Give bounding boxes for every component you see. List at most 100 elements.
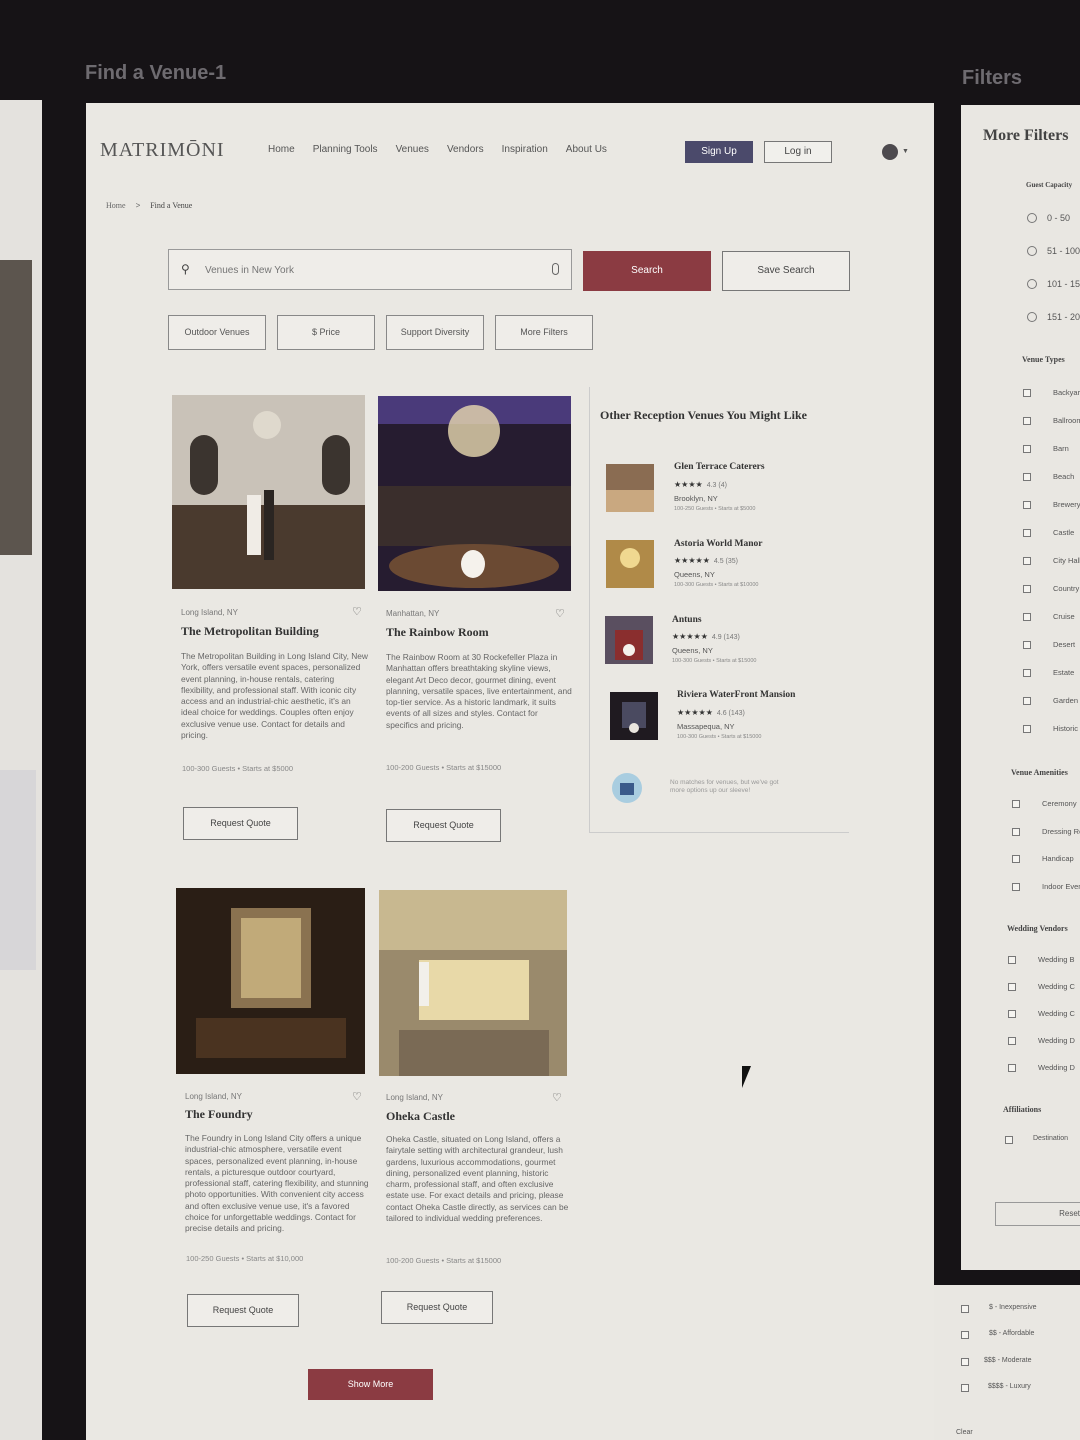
checkbox[interactable] [1023,585,1031,593]
checkbox[interactable] [1008,1037,1016,1045]
checkbox[interactable] [1008,1064,1016,1072]
venue-type-option[interactable]: Cruise [1053,612,1075,621]
request-quote-button[interactable]: Request Quote [386,809,501,842]
checkbox[interactable] [1023,417,1031,425]
venue-thumbnail[interactable] [606,540,654,588]
nav-vendors[interactable]: Vendors [447,144,484,155]
heart-icon[interactable]: ♡ [555,607,565,620]
affiliation-option[interactable]: Destination [1033,1135,1068,1142]
nav-venues[interactable]: Venues [396,144,429,155]
checkbox[interactable] [961,1305,969,1313]
checkbox[interactable] [1005,1136,1013,1144]
filter-more-filters[interactable]: More Filters [495,315,593,350]
suggested-venue-name[interactable]: Astoria World Manor [674,539,763,549]
site-logo[interactable]: MATRIMŌNI [100,139,225,162]
filter-price[interactable]: $ Price [277,315,375,350]
amenity-option[interactable]: Indoor Event [1042,882,1080,891]
filter-support-diversity[interactable]: Support Diversity [386,315,484,350]
clear-button[interactable]: Clear [956,1429,973,1436]
microphone-icon[interactable] [552,263,559,275]
show-more-button[interactable]: Show More [308,1369,433,1400]
checkbox[interactable] [1012,882,1020,891]
checkbox[interactable] [1012,827,1020,836]
breadcrumb-home[interactable]: Home [106,201,126,210]
venue-type-option[interactable]: Beach [1053,472,1074,481]
heart-icon[interactable]: ♡ [352,1090,362,1103]
save-search-button[interactable]: Save Search [722,251,850,291]
venue-type-option[interactable]: Desert [1053,640,1075,649]
venue-photo-foundry[interactable] [176,888,365,1074]
reset-button[interactable]: Reset [995,1202,1080,1226]
heart-icon[interactable]: ♡ [352,605,362,618]
nav-planning-tools[interactable]: Planning Tools [313,144,378,155]
venue-thumbnail[interactable] [610,692,658,740]
globe-icon[interactable] [882,144,898,160]
venue-thumbnail[interactable] [605,616,653,664]
price-option[interactable]: $$ - Affordable [989,1330,1034,1337]
radio-button[interactable] [1027,279,1037,289]
checkbox[interactable] [1023,445,1031,453]
checkbox[interactable] [1012,800,1020,808]
vendor-option[interactable]: Wedding D [1038,1063,1075,1072]
venue-type-option[interactable]: Garden [1053,696,1078,705]
radio-button[interactable] [1027,213,1037,223]
checkbox[interactable] [1023,725,1031,733]
guest-option[interactable]: 151 - 200 [1047,312,1080,322]
signup-button[interactable]: Sign Up [685,141,753,163]
venue-photo-metropolitan[interactable] [172,395,365,589]
checkbox[interactable] [1023,697,1031,705]
venue-photo-rainbow-room[interactable] [378,396,571,591]
checkbox[interactable] [1023,501,1031,509]
filter-outdoor-venues[interactable]: Outdoor Venues [168,315,266,350]
venue-type-option[interactable]: Ballroom [1053,416,1080,425]
venue-photo-oheka-castle[interactable] [379,890,567,1076]
venue-name[interactable]: Oheka Castle [386,1109,576,1124]
vendor-option[interactable]: Wedding C [1038,1009,1075,1018]
search-input[interactable] [205,260,525,280]
venue-type-option[interactable]: Castle [1053,528,1074,537]
amenity-option[interactable]: Handicap [1042,854,1074,863]
venue-name[interactable]: The Foundry [185,1107,375,1122]
request-quote-button[interactable]: Request Quote [381,1291,493,1324]
radio-button[interactable] [1027,246,1037,256]
venue-type-option[interactable]: Brewery [1053,500,1080,509]
venue-type-option[interactable]: Country [1053,584,1079,593]
checkbox[interactable] [1023,669,1031,677]
nav-inspiration[interactable]: Inspiration [502,144,548,155]
venue-type-option[interactable]: Historic [1053,724,1078,733]
amenity-option[interactable]: Dressing Room [1042,827,1080,836]
vendor-option[interactable]: Wedding D [1038,1036,1075,1045]
chevron-down-icon[interactable]: ▼ [902,148,909,155]
venue-name[interactable]: The Rainbow Room [386,625,576,640]
guest-option[interactable]: 101 - 150 [1047,279,1080,289]
suggested-venue-name[interactable]: Glen Terrace Caterers [674,462,765,472]
checkbox[interactable] [1023,613,1031,621]
checkbox[interactable] [1023,529,1031,537]
checkbox[interactable] [961,1331,969,1339]
venue-type-option[interactable]: Backyard [1053,388,1080,397]
venue-type-option[interactable]: City Hall [1053,556,1080,565]
vendor-option[interactable]: Wedding C [1038,982,1075,991]
checkbox[interactable] [1023,473,1031,481]
venue-type-option[interactable]: Estate [1053,668,1074,677]
checkbox[interactable] [1023,389,1031,397]
price-option[interactable]: $$$ - Moderate [984,1357,1031,1364]
checkbox[interactable] [1008,983,1016,991]
venue-thumbnail[interactable] [606,464,654,512]
suggested-venue-name[interactable]: Antuns [672,615,702,625]
request-quote-button[interactable]: Request Quote [183,807,298,840]
suggested-venue-name[interactable]: Riviera WaterFront Mansion [677,690,795,700]
checkbox[interactable] [961,1384,969,1392]
vendor-option[interactable]: Wedding B [1038,955,1075,964]
checkbox[interactable] [1023,557,1031,565]
checkbox[interactable] [961,1358,969,1366]
checkbox[interactable] [1012,855,1020,863]
amenity-option[interactable]: Ceremony [1042,799,1077,808]
checkbox[interactable] [1008,956,1016,964]
venue-name[interactable]: The Metropolitan Building [181,624,371,639]
radio-button[interactable] [1027,312,1037,322]
nav-home[interactable]: Home [268,144,295,155]
nav-about-us[interactable]: About Us [566,144,607,155]
request-quote-button[interactable]: Request Quote [187,1294,299,1327]
login-button[interactable]: Log in [764,141,832,163]
